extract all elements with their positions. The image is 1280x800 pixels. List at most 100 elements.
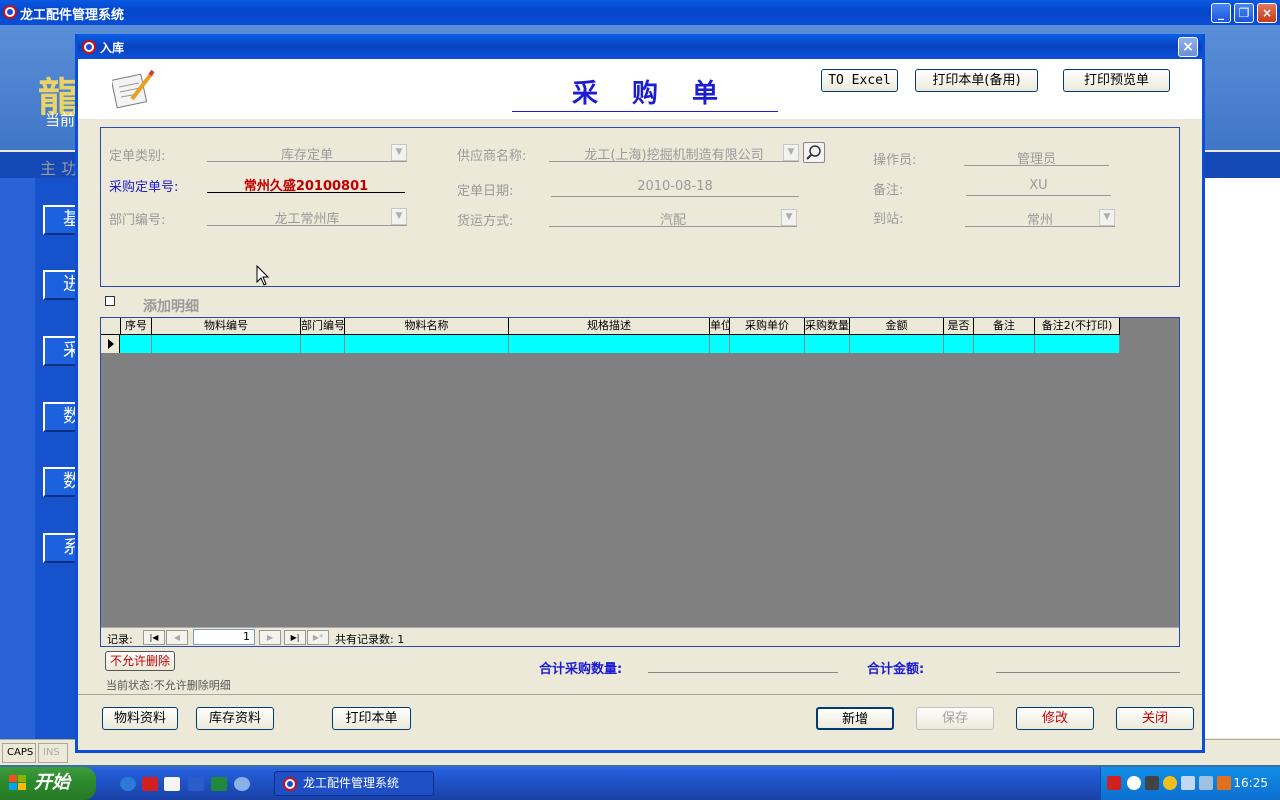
station-dropdown[interactable]: ▼	[1099, 209, 1115, 226]
cell-remark[interactable]	[974, 335, 1035, 353]
ins-indicator: INS	[38, 743, 68, 763]
col-flag[interactable]: 是否	[944, 318, 974, 335]
print-backup-button[interactable]: 打印本单(备用)	[915, 69, 1038, 92]
document-icon[interactable]	[164, 777, 180, 791]
dept-select[interactable]: 龙工常州库	[207, 208, 407, 227]
qq-icon[interactable]	[1163, 776, 1177, 790]
col-seq[interactable]: 序号	[121, 318, 152, 335]
last-record-button[interactable]: ▶|	[284, 630, 306, 645]
cell-dept-code[interactable]	[301, 335, 345, 353]
row-selector-icon[interactable]	[101, 335, 120, 353]
supplier-search-button[interactable]	[803, 142, 825, 163]
taskbar-app-button[interactable]: 龙工配件管理系统	[274, 771, 434, 796]
save-button[interactable]: 保存	[916, 707, 994, 730]
word-icon[interactable]	[188, 777, 204, 791]
to-excel-button[interactable]: TO Excel	[821, 69, 898, 92]
col-unit[interactable]: 单位	[710, 318, 730, 335]
child-title-bar: 入库 ×	[78, 34, 1202, 59]
cell-unit[interactable]	[710, 335, 730, 353]
order-date-field[interactable]: 2010-08-18	[551, 179, 799, 197]
record-label: 记录:	[107, 633, 133, 646]
tray-misc-icon[interactable]	[1217, 776, 1231, 790]
cell-material-code[interactable]	[152, 335, 301, 353]
shipping-dropdown[interactable]: ▼	[781, 209, 797, 226]
shipping-select[interactable]: 汽配	[549, 209, 797, 228]
close-button[interactable]: 关闭	[1116, 707, 1194, 730]
cell-amount[interactable]	[850, 335, 944, 353]
cell-remark2[interactable]	[1035, 335, 1120, 353]
dept-dropdown[interactable]: ▼	[391, 208, 407, 225]
first-record-button[interactable]: |◀	[143, 630, 165, 645]
supplier-select[interactable]: 龙工(上海)挖掘机制造有限公司	[549, 144, 799, 163]
table-row[interactable]	[101, 335, 1120, 353]
order-type-select[interactable]: 库存定单	[207, 144, 407, 163]
tray-app-icon[interactable]	[1107, 776, 1121, 790]
notepad-pencil-icon	[112, 69, 155, 109]
remark-field[interactable]: XU	[966, 178, 1111, 196]
next-record-button[interactable]: ▶	[259, 630, 281, 645]
tray-expand-icon[interactable]	[1127, 776, 1141, 790]
col-remark2[interactable]: 备注2(不打印)	[1035, 318, 1120, 335]
new-record-button[interactable]: ▶*	[307, 630, 329, 645]
app-quicklaunch-icon[interactable]	[142, 777, 158, 791]
operator-label: 操作员:	[873, 153, 917, 168]
new-button[interactable]: 新增	[816, 707, 894, 730]
excel-icon[interactable]	[211, 777, 227, 791]
prev-record-button[interactable]: ◀	[166, 630, 188, 645]
order-type-dropdown[interactable]: ▼	[391, 144, 407, 161]
minimize-button[interactable]: _	[1211, 3, 1231, 23]
app-logo-icon	[3, 5, 17, 19]
caps-indicator: CAPS	[2, 743, 36, 763]
camera-icon[interactable]	[1145, 776, 1159, 790]
cell-spec[interactable]	[509, 335, 710, 353]
cell-unit-price[interactable]	[730, 335, 805, 353]
col-quantity[interactable]: 采购数量	[805, 318, 850, 335]
footer-divider	[78, 694, 1202, 695]
start-button[interactable]: 开始	[0, 767, 96, 800]
po-number-field[interactable]: 常州久盛20100801	[207, 175, 405, 194]
print-button[interactable]: 打印本单	[332, 707, 411, 730]
material-info-button[interactable]: 物料资料	[102, 707, 178, 730]
col-spec[interactable]: 规格描述	[509, 318, 710, 335]
restore-button[interactable]: ❐	[1234, 3, 1254, 23]
supplier-dropdown[interactable]: ▼	[783, 144, 799, 161]
modify-button[interactable]: 修改	[1016, 707, 1094, 730]
col-remark[interactable]: 备注	[974, 318, 1035, 335]
current-state-text: 当前状态:不允许删除明细	[106, 679, 231, 692]
cell-seq[interactable]	[121, 335, 152, 353]
col-material-code[interactable]: 物料编号	[152, 318, 301, 335]
cell-material-name[interactable]	[345, 335, 509, 353]
mouse-cursor-icon	[256, 265, 270, 286]
ie-icon[interactable]	[120, 777, 136, 791]
total-qty-label: 合计采购数量:	[539, 662, 623, 677]
col-material-name[interactable]: 物料名称	[345, 318, 509, 335]
network-icon[interactable]	[1181, 776, 1195, 790]
app-title: 龙工配件管理系统	[20, 8, 125, 23]
app-close-button[interactable]: ×	[1257, 3, 1277, 23]
taskbar-app-label: 龙工配件管理系统	[303, 776, 400, 790]
stock-info-button[interactable]: 库存资料	[196, 707, 274, 730]
system-tray: 16:25	[1100, 767, 1280, 800]
operator-field[interactable]: 管理员	[964, 148, 1109, 167]
no-delete-button[interactable]: 不允许删除	[105, 651, 175, 671]
record-number-input[interactable]: 1	[193, 629, 255, 645]
cell-quantity[interactable]	[805, 335, 850, 353]
col-dept-code[interactable]: 部门编号	[301, 318, 345, 335]
child-close-button[interactable]: ×	[1178, 37, 1198, 57]
supplier-label: 供应商名称:	[457, 149, 527, 164]
clock: 16:25	[1233, 776, 1268, 790]
print-preview-button[interactable]: 打印预览单	[1063, 69, 1170, 92]
col-amount[interactable]: 金额	[850, 318, 944, 335]
child-logo-icon	[82, 40, 96, 54]
volume-icon[interactable]	[1199, 776, 1213, 790]
form-title: 采购单	[512, 73, 778, 112]
station-select[interactable]: 常州	[965, 209, 1115, 228]
order-date-label: 定单日期:	[457, 184, 514, 199]
cell-flag[interactable]	[944, 335, 974, 353]
right-area	[1205, 178, 1280, 738]
start-label: 开始	[34, 772, 70, 793]
add-detail-checkbox[interactable]	[105, 296, 115, 306]
misc-quicklaunch-icon[interactable]	[234, 777, 250, 791]
order-type-label: 定单类别:	[109, 149, 166, 164]
col-unit-price[interactable]: 采购单价	[730, 318, 805, 335]
